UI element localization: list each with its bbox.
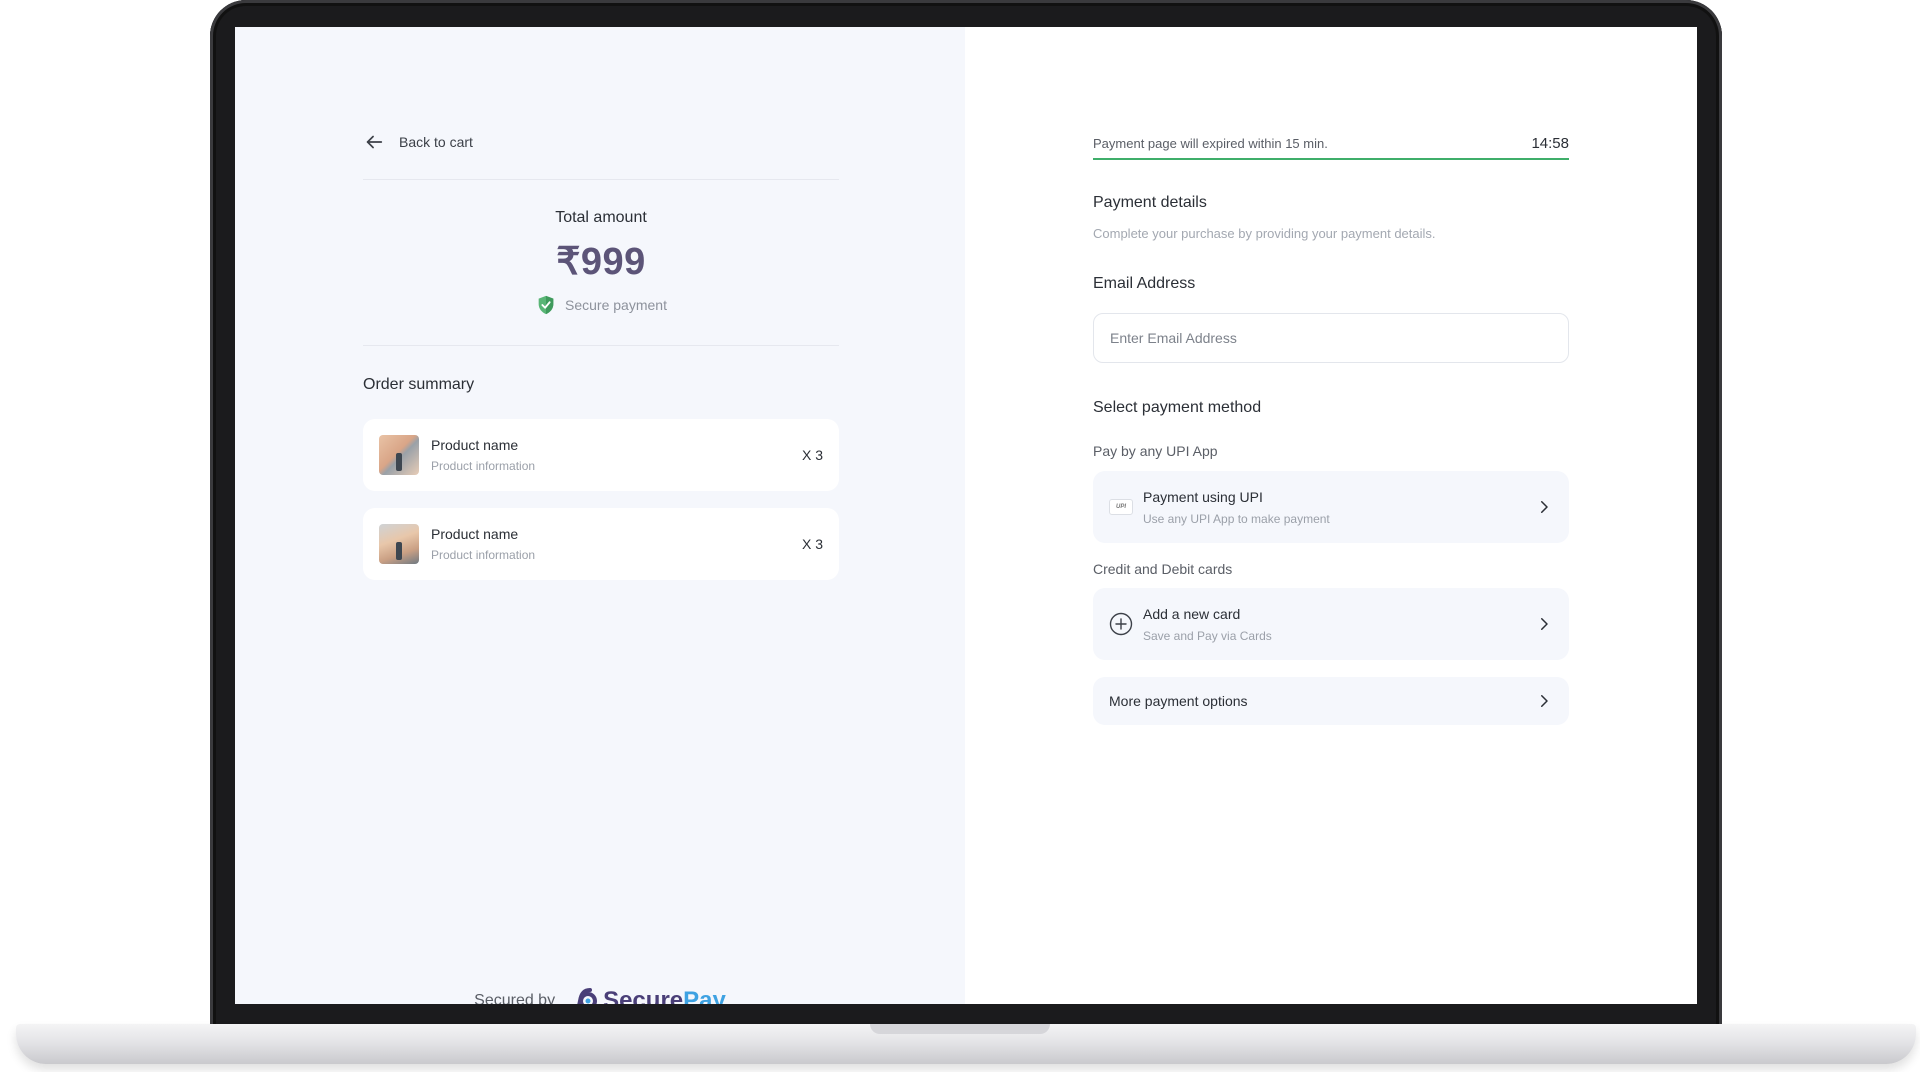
product-info: Product information xyxy=(431,459,536,473)
upi-option-subtitle: Use any UPI App to make payment xyxy=(1143,511,1330,526)
product-details: Product name Product information xyxy=(431,526,802,562)
cards-group-label: Credit and Debit cards xyxy=(1093,561,1233,577)
upi-badge: UPI xyxy=(1109,499,1133,515)
add-card-option[interactable]: Add a new card Save and Pay via Cards xyxy=(1093,588,1569,660)
email-input[interactable] xyxy=(1093,313,1569,363)
chevron-right-icon xyxy=(1541,501,1548,513)
product-info: Product information xyxy=(431,548,536,562)
shield-check-icon xyxy=(538,295,554,315)
product-quantity: X 3 xyxy=(801,447,823,463)
payment-details-subtitle: Complete your purchase by providing your… xyxy=(1093,226,1436,241)
chevron-right-icon xyxy=(1541,695,1548,707)
more-options-text: More payment options xyxy=(1109,693,1535,709)
total-amount-section: Total amount ₹999 Secure payment xyxy=(363,209,839,316)
divider xyxy=(363,179,839,180)
upi-option-text: Payment using UPI Use any UPI App to mak… xyxy=(1143,489,1535,526)
back-to-cart-link[interactable]: Back to cart xyxy=(363,131,473,153)
expiry-timer-bar: Payment page will expired within 15 min.… xyxy=(1093,135,1569,160)
upi-icon: UPI xyxy=(1109,495,1133,519)
email-address-label: Email Address xyxy=(1093,275,1196,292)
order-summary-title: Order summary xyxy=(363,376,475,393)
upi-option-title: Payment using UPI xyxy=(1143,488,1263,505)
chevron-right-icon xyxy=(1541,618,1548,630)
divider xyxy=(363,345,839,346)
add-card-option-subtitle: Save and Pay via Cards xyxy=(1143,628,1272,643)
select-payment-method-title: Select payment method xyxy=(1093,399,1262,416)
upi-payment-option[interactable]: UPI Payment using UPI Use any UPI App to… xyxy=(1093,471,1569,543)
expiry-message: Payment page will expired within 15 min. xyxy=(1093,136,1328,151)
product-details: Product name Product information xyxy=(431,437,802,473)
more-payment-options[interactable]: More payment options xyxy=(1093,677,1569,725)
checkout-screen: Back to cart Total amount ₹999 Secure pa… xyxy=(235,27,1697,1004)
plus-circle-icon xyxy=(1109,612,1133,636)
securepay-mark-icon xyxy=(577,988,598,1004)
product-name: Product name xyxy=(431,526,519,542)
secured-by-label: Secured by xyxy=(474,992,556,1004)
total-amount-label: Total amount xyxy=(555,209,647,226)
brand-name-part1: Secure xyxy=(603,987,684,1004)
order-panel: Back to cart Total amount ₹999 Secure pa… xyxy=(235,27,965,1004)
secure-payment-label: Secure payment xyxy=(565,297,667,313)
payment-details-title: Payment details xyxy=(1093,194,1207,211)
payment-panel: Payment page will expired within 15 min.… xyxy=(965,27,1697,1004)
upi-group-label: Pay by any UPI App xyxy=(1093,443,1218,459)
laptop-notch xyxy=(870,1024,1050,1034)
product-thumbnail xyxy=(379,524,419,564)
countdown-timer: 14:58 xyxy=(1531,135,1569,152)
add-card-option-title: Add a new card xyxy=(1143,605,1241,622)
brand-name-part2: Pay xyxy=(683,987,726,1004)
order-item: Product name Product information X 3 xyxy=(363,419,839,491)
order-item: Product name Product information X 3 xyxy=(363,508,839,580)
total-amount-value: ₹999 xyxy=(556,241,646,283)
product-quantity: X 3 xyxy=(801,536,823,552)
arrow-left-icon xyxy=(366,135,383,149)
product-name: Product name xyxy=(431,437,519,453)
more-options-title: More payment options xyxy=(1109,693,1248,709)
secured-by-footer: Secured by Secure Pay xyxy=(235,987,965,1004)
secure-payment-badge: Secure payment xyxy=(363,294,839,316)
securepay-logo: Secure Pay xyxy=(567,987,726,1004)
add-card-option-text: Add a new card Save and Pay via Cards xyxy=(1143,606,1535,643)
back-to-cart-label: Back to cart xyxy=(399,134,473,150)
product-thumbnail xyxy=(379,435,419,475)
